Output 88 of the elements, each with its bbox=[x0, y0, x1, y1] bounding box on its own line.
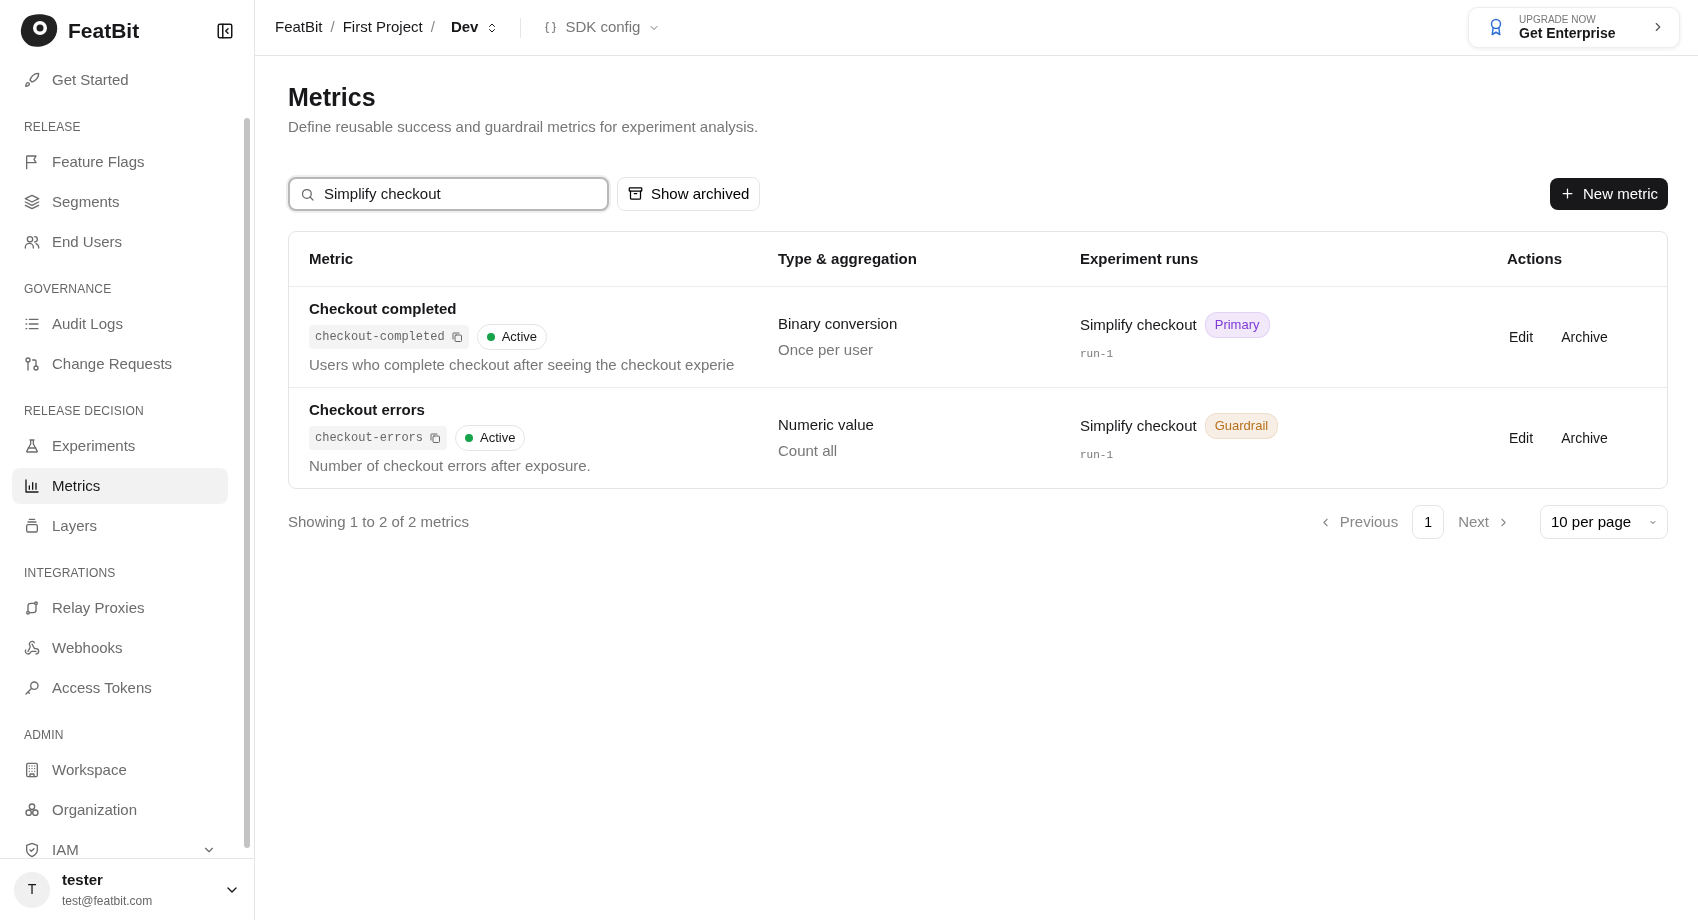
section-label: RELEASE DECISION bbox=[23, 403, 145, 420]
sidebar-toggle-icon[interactable] bbox=[216, 22, 234, 40]
copy-icon[interactable] bbox=[429, 432, 442, 444]
pull-request-icon bbox=[24, 356, 40, 372]
section-label: INTEGRATIONS bbox=[23, 565, 117, 582]
metric-description: Number of checkout errors after exposure. bbox=[309, 455, 592, 476]
breadcrumb-separator: / bbox=[430, 17, 435, 38]
user-email: test@featbit.com bbox=[62, 892, 154, 910]
column-header: Metric bbox=[308, 248, 355, 269]
section-label: ADMIN bbox=[23, 727, 65, 744]
sidebar-item[interactable]: Audit Logs bbox=[12, 306, 228, 342]
bar-chart-icon bbox=[24, 478, 40, 494]
experiment-name: Simplify checkout bbox=[1080, 415, 1197, 436]
plus-icon bbox=[1560, 186, 1575, 202]
new-metric-button[interactable]: New metric bbox=[1550, 177, 1668, 210]
per-page-select[interactable]: 10 per page bbox=[1540, 505, 1668, 539]
aggregation: Count all bbox=[778, 441, 839, 461]
metric-key: checkout-errors bbox=[309, 426, 448, 450]
column-header: Actions bbox=[1506, 248, 1563, 269]
avatar: T bbox=[14, 871, 50, 908]
run-id: run-1 bbox=[1080, 447, 1114, 463]
edit-button[interactable]: Edit bbox=[1499, 320, 1544, 354]
role-badge: Guardrail bbox=[1204, 413, 1279, 439]
archive-button[interactable]: Archive bbox=[1551, 320, 1618, 354]
sidebar-item[interactable]: Get Started bbox=[12, 62, 228, 98]
aggregation: Once per user bbox=[778, 340, 875, 360]
section-label: RELEASE bbox=[23, 119, 82, 136]
breadcrumb-separator: / bbox=[330, 17, 335, 38]
metric-type: Numeric value bbox=[778, 414, 875, 435]
metric-name: Checkout completed bbox=[309, 298, 458, 319]
show-archived-button[interactable]: Show archived bbox=[617, 176, 761, 211]
list-icon bbox=[24, 316, 40, 332]
key-icon bbox=[24, 680, 40, 696]
sidebar-item[interactable]: Webhooks bbox=[12, 630, 228, 666]
brand-name: FeatBit bbox=[68, 18, 141, 45]
edit-button[interactable]: Edit bbox=[1499, 421, 1544, 455]
sidebar-item[interactable]: End Users bbox=[12, 224, 228, 260]
sidebar-item[interactable]: Relay Proxies bbox=[12, 590, 228, 626]
sidebar-item[interactable]: Organization bbox=[12, 792, 228, 828]
sidebar-item[interactable]: Experiments bbox=[12, 428, 228, 464]
pagination-summary: Showing 1 to 2 of 2 metrics bbox=[288, 511, 470, 532]
breadcrumb-link[interactable]: Dev bbox=[450, 16, 479, 39]
column-header: Experiment runs bbox=[1079, 248, 1200, 269]
sidebar-item[interactable]: Change Requests bbox=[12, 346, 228, 382]
route-icon bbox=[24, 600, 40, 616]
search-icon bbox=[300, 186, 315, 202]
sdk-config-menu[interactable]: SDK config bbox=[543, 15, 662, 40]
users-icon bbox=[24, 234, 40, 250]
previous-button[interactable]: Previous bbox=[1312, 510, 1405, 534]
experiment-name: Simplify checkout bbox=[1080, 314, 1197, 335]
sidebar-item[interactable]: Segments bbox=[12, 184, 228, 220]
breadcrumb-link[interactable]: FeatBit bbox=[275, 16, 323, 39]
sidebar-item[interactable]: Workspace bbox=[12, 752, 228, 788]
braces-icon bbox=[544, 21, 558, 34]
flask-icon bbox=[24, 438, 40, 454]
flag-icon bbox=[24, 154, 40, 170]
metric-type: Binary conversion bbox=[778, 313, 899, 334]
section-label: GOVERNANCE bbox=[23, 281, 113, 298]
sidebar-item[interactable]: Metrics bbox=[12, 468, 228, 504]
breadcrumb-link[interactable]: First Project bbox=[342, 16, 423, 39]
user-name: tester bbox=[62, 870, 104, 891]
run-id: run-1 bbox=[1080, 346, 1114, 362]
page-subtitle: Define reusable success and guardrail metrics for experiment analysis. bbox=[288, 117, 760, 137]
webhook-icon bbox=[24, 640, 40, 656]
page-title: Metrics bbox=[288, 82, 377, 112]
sidebar-item[interactable]: Feature Flags bbox=[12, 144, 228, 180]
page-button[interactable]: 1 bbox=[1412, 505, 1445, 539]
metric-key: checkout-completed bbox=[309, 325, 469, 349]
scrollbar[interactable] bbox=[244, 118, 250, 848]
building-icon bbox=[24, 762, 40, 778]
stack-icon bbox=[24, 518, 40, 534]
copy-icon[interactable] bbox=[450, 331, 463, 343]
column-header: Type & aggregation bbox=[777, 248, 918, 269]
next-button[interactable]: Next bbox=[1452, 510, 1516, 534]
upgrade-button[interactable]: UPGRADE NOW Get Enterprise bbox=[1468, 6, 1680, 49]
role-badge: Primary bbox=[1204, 312, 1270, 338]
metric-description: Users who complete checkout after seeing the checkout experie bbox=[309, 354, 736, 375]
sidebar-item[interactable]: Layers bbox=[12, 508, 228, 544]
metric-name: Checkout errors bbox=[309, 399, 426, 420]
boxes-icon bbox=[24, 802, 40, 818]
shield-icon bbox=[24, 842, 40, 858]
logo-icon bbox=[20, 14, 58, 48]
sidebar-item[interactable]: Access Tokens bbox=[12, 670, 228, 706]
layers-icon bbox=[24, 194, 40, 210]
search-field[interactable]: Simplify checkout bbox=[288, 176, 609, 211]
sidebar-item[interactable]: IAM bbox=[12, 832, 228, 858]
archive-button[interactable]: Archive bbox=[1551, 421, 1618, 455]
archive-icon bbox=[628, 186, 643, 202]
